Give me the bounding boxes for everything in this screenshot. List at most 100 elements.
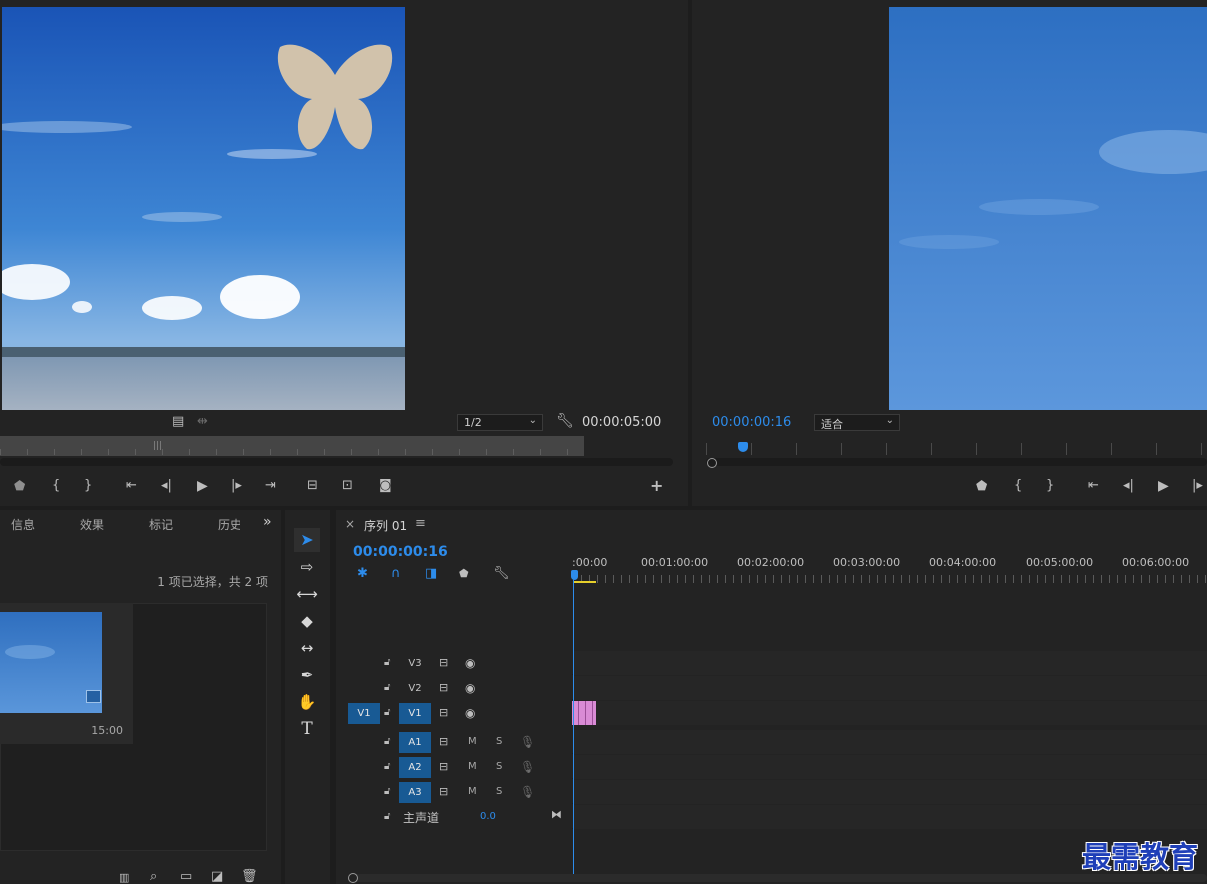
lock-icon[interactable]: 🔓︎: [384, 785, 390, 799]
panel-overflow-icon[interactable]: »: [263, 514, 272, 530]
timeline-settings-wrench-icon[interactable]: 🔧︎: [493, 567, 510, 581]
scrub-handle-grip-icon[interactable]: |||: [153, 439, 162, 453]
sync-lock-icon[interactable]: ⊟: [439, 681, 448, 695]
slip-tool-icon[interactable]: ↔: [294, 636, 320, 660]
track-target-a1[interactable]: A1: [399, 732, 431, 753]
solo-button[interactable]: S: [496, 761, 502, 772]
timeline-playhead-line[interactable]: [573, 580, 574, 874]
sequence-tab[interactable]: 序列 01: [364, 517, 407, 534]
step-back-icon[interactable]: ◂|: [161, 479, 172, 493]
time-ruler[interactable]: [573, 575, 1207, 583]
tab-history[interactable]: 历史: [218, 516, 240, 533]
zoom-handle[interactable]: [707, 458, 717, 468]
track-target-v3[interactable]: V3: [399, 653, 431, 674]
list-view-icon[interactable]: ▥: [119, 871, 129, 884]
program-playhead[interactable]: [738, 442, 748, 452]
lock-icon[interactable]: 🔓︎: [384, 706, 390, 720]
eye-icon[interactable]: ◉: [465, 681, 475, 695]
ripple-edit-tool-icon[interactable]: ⟷: [294, 582, 320, 606]
insert-icon[interactable]: ⊟: [307, 479, 318, 493]
timeline-zoom-bar[interactable]: [350, 874, 1207, 882]
add-button-icon[interactable]: +: [650, 478, 663, 494]
film-strip-icon[interactable]: ▤: [172, 415, 184, 429]
program-zoom-bar[interactable]: [706, 458, 1207, 466]
timeline-playhead-head[interactable]: [571, 570, 578, 580]
razor-tool-icon[interactable]: ◆: [294, 609, 320, 633]
solo-button[interactable]: S: [496, 736, 502, 747]
tab-markers[interactable]: 标记: [149, 516, 173, 533]
lock-icon[interactable]: 🔓︎: [384, 735, 390, 749]
trim-icon[interactable]: ⇹: [197, 415, 208, 429]
source-patch-v1[interactable]: V1: [348, 703, 380, 724]
go-to-in-icon[interactable]: ⇤: [1088, 479, 1099, 493]
camera-icon[interactable]: ◙: [379, 479, 392, 493]
ruler-label: 00:03:00:00: [833, 556, 901, 569]
play-icon[interactable]: ▶: [1158, 479, 1169, 493]
add-marker-icon[interactable]: ⬟: [976, 480, 987, 494]
microphone-icon[interactable]: 🎙︎: [520, 785, 535, 799]
lock-icon[interactable]: 🔓︎: [384, 681, 390, 695]
step-forward-icon[interactable]: |▸: [231, 479, 242, 493]
track-select-tool-icon[interactable]: ⇨: [294, 555, 320, 579]
solo-button[interactable]: S: [496, 786, 502, 797]
play-icon[interactable]: ▶: [197, 479, 208, 493]
type-tool-icon[interactable]: T: [294, 717, 320, 741]
lock-icon[interactable]: 🔓︎: [384, 810, 390, 824]
mute-button[interactable]: M: [468, 761, 477, 772]
close-tab-icon[interactable]: ×: [345, 517, 355, 531]
add-marker-icon[interactable]: ⬟: [459, 567, 469, 581]
lock-icon[interactable]: 🔓︎: [384, 760, 390, 774]
eye-icon[interactable]: ◉: [465, 656, 475, 670]
sync-lock-icon[interactable]: ⊟: [439, 735, 448, 749]
eye-icon[interactable]: ◉: [465, 706, 475, 720]
clip-thumbnail-card[interactable]: 15:00: [0, 603, 133, 744]
new-item-icon[interactable]: ◪: [211, 870, 223, 884]
new-bin-icon[interactable]: ▭: [180, 870, 192, 884]
overwrite-icon[interactable]: ⊡: [342, 479, 353, 493]
step-back-icon[interactable]: ◂|: [1123, 479, 1134, 493]
mute-button[interactable]: M: [468, 786, 477, 797]
master-volume-value[interactable]: 0.0: [480, 811, 496, 822]
track-v1: V1 🔓︎ V1 ⊟ ◉: [336, 701, 1207, 725]
nest-sequence-icon[interactable]: ✱: [357, 567, 368, 581]
microphone-icon[interactable]: 🎙︎: [520, 735, 535, 749]
sync-lock-icon[interactable]: ⊟: [439, 656, 448, 670]
tab-info[interactable]: 信息: [11, 516, 35, 533]
timeline-zoom-handle[interactable]: [348, 873, 358, 883]
microphone-icon[interactable]: 🎙︎: [520, 760, 535, 774]
linked-selection-icon[interactable]: ◨: [425, 567, 437, 581]
tab-effects[interactable]: 效果: [80, 516, 104, 533]
trash-icon[interactable]: 🗑︎: [241, 870, 258, 884]
go-to-end-icon[interactable]: ⧓: [551, 808, 562, 822]
step-forward-icon[interactable]: |▸: [1192, 479, 1203, 493]
track-target-a2[interactable]: A2: [399, 757, 431, 778]
go-to-in-icon[interactable]: ⇤: [126, 479, 137, 493]
track-target-v1[interactable]: V1: [399, 703, 431, 724]
selection-tool-icon[interactable]: ➤: [294, 528, 320, 552]
track-target-v2[interactable]: V2: [399, 678, 431, 699]
program-ruler[interactable]: [706, 443, 1207, 455]
pen-tool-icon[interactable]: ✒: [294, 663, 320, 687]
video-clip[interactable]: [572, 701, 596, 725]
sync-lock-icon[interactable]: ⊟: [439, 760, 448, 774]
mark-out-icon[interactable]: }: [84, 479, 92, 493]
work-area-bar[interactable]: [573, 581, 596, 583]
snap-magnet-icon[interactable]: ∩: [391, 567, 401, 581]
lock-icon[interactable]: 🔓︎: [384, 656, 390, 670]
mark-out-icon[interactable]: }: [1046, 479, 1054, 493]
sync-lock-icon[interactable]: ⊟: [439, 785, 448, 799]
mute-button[interactable]: M: [468, 736, 477, 747]
sequence-menu-icon[interactable]: ≡: [415, 516, 426, 531]
track-target-a3[interactable]: A3: [399, 782, 431, 803]
source-resolution-select[interactable]: 1/2 ⌄: [457, 414, 543, 431]
mark-in-icon[interactable]: {: [1014, 479, 1022, 493]
mark-in-icon[interactable]: {: [52, 479, 60, 493]
search-icon[interactable]: ⌕: [150, 870, 157, 884]
program-zoom-select[interactable]: 适合 ⌄: [814, 414, 900, 431]
wrench-icon[interactable]: 🔧︎: [556, 414, 574, 428]
add-marker-icon[interactable]: ⬟: [14, 480, 25, 494]
source-zoom-bar[interactable]: [0, 458, 673, 466]
hand-tool-icon[interactable]: ✋: [294, 690, 320, 714]
go-to-out-icon[interactable]: ⇥: [265, 479, 276, 493]
sync-lock-icon[interactable]: ⊟: [439, 706, 448, 720]
